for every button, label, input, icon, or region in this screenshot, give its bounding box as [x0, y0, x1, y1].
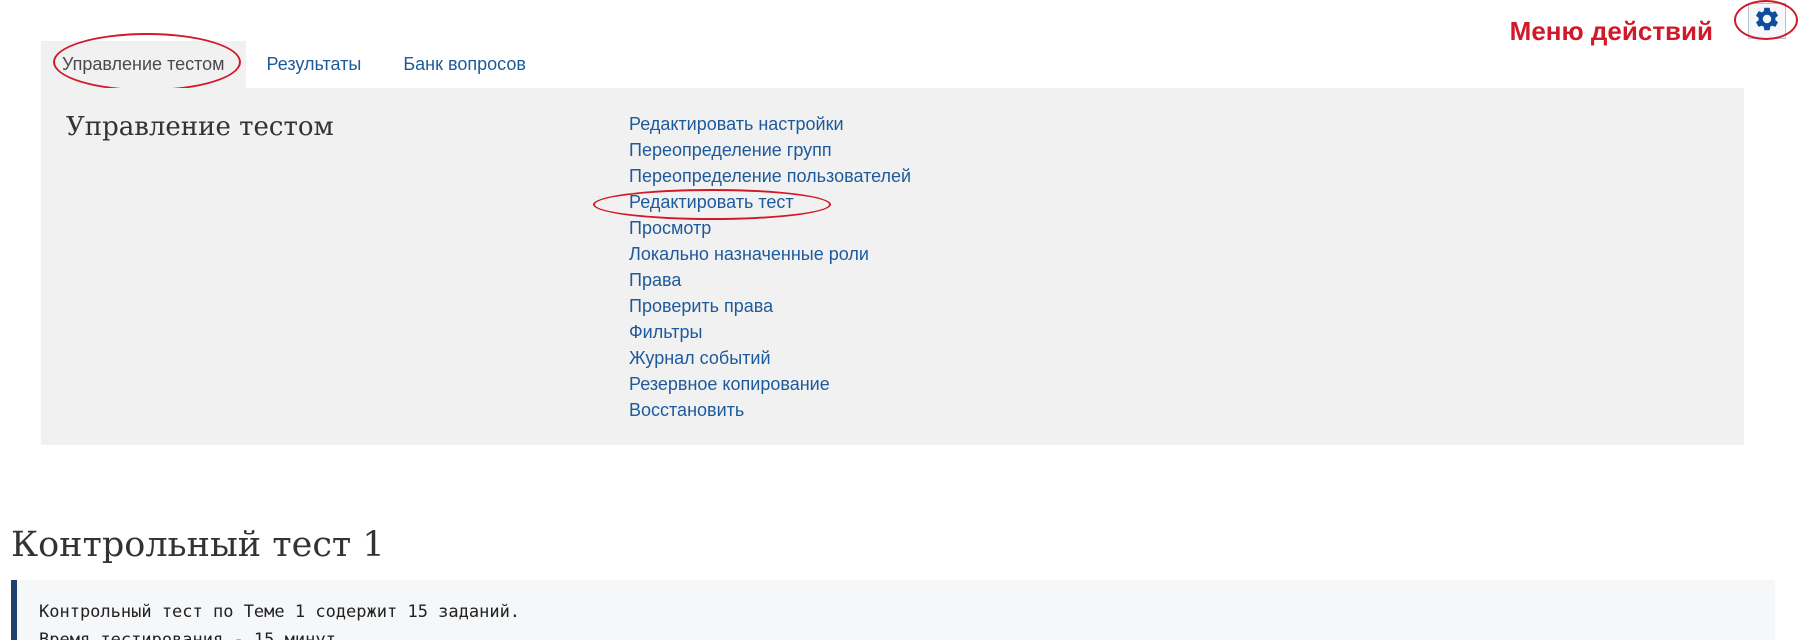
tab-results[interactable]: Результаты	[246, 41, 383, 88]
description-line: Время тестирования - 15 минут.	[39, 630, 347, 640]
link-edit-quiz[interactable]: Редактировать тест	[629, 189, 911, 215]
link-filters[interactable]: Фильтры	[629, 319, 911, 345]
panel-title: Управление тестом	[66, 112, 334, 142]
link-event-log[interactable]: Журнал событий	[629, 345, 911, 371]
tab-bar: Управление тестом Результаты Банк вопрос…	[41, 41, 547, 88]
administration-links: Редактировать настройки Переопределение …	[629, 111, 911, 423]
link-restore[interactable]: Восстановить	[629, 397, 911, 423]
link-locally-assigned-roles[interactable]: Локально назначенные роли	[629, 241, 911, 267]
page: Управление тестом Результаты Банк вопрос…	[0, 0, 1799, 640]
link-group-overrides[interactable]: Переопределение групп	[629, 137, 911, 163]
description-line: Контрольный тест по Теме 1 содержит 15 з…	[39, 602, 521, 622]
link-preview[interactable]: Просмотр	[629, 215, 911, 241]
link-permissions[interactable]: Права	[629, 267, 911, 293]
annotation-menu-label: Меню действий	[1509, 16, 1713, 46]
quiz-administration-panel: Управление тестом Редактировать настройк…	[41, 88, 1744, 445]
quiz-description: Контрольный тест по Теме 1 содержит 15 з…	[11, 580, 1775, 640]
link-check-permissions[interactable]: Проверить права	[629, 293, 911, 319]
link-user-overrides[interactable]: Переопределение пользователей	[629, 163, 911, 189]
quiz-title: Контрольный тест 1	[11, 525, 385, 565]
gear-icon	[1753, 5, 1781, 38]
tab-question-bank[interactable]: Банк вопросов	[382, 41, 547, 88]
link-backup[interactable]: Резервное копирование	[629, 371, 911, 397]
link-edit-settings[interactable]: Редактировать настройки	[629, 111, 911, 137]
tab-quiz-management[interactable]: Управление тестом	[41, 41, 246, 88]
actions-menu-button[interactable]	[1748, 3, 1786, 39]
